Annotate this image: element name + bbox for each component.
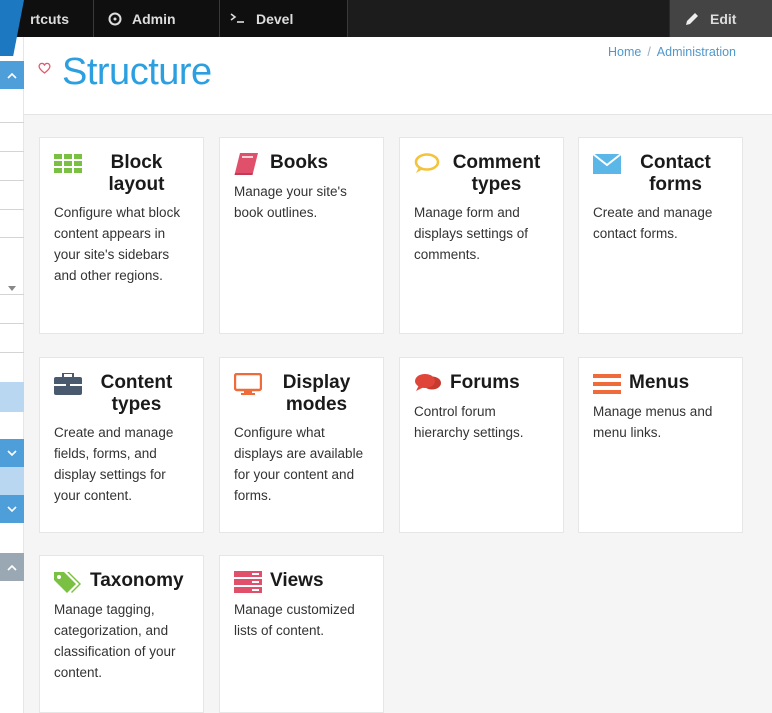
card-description: Create and manage contact forms. (593, 205, 713, 241)
heart-icon[interactable] (38, 61, 51, 79)
card-title[interactable]: Block layout (90, 152, 189, 196)
tray-expand-button[interactable] (0, 439, 24, 467)
chevron-down-icon (7, 500, 17, 518)
breadcrumb-separator: / (647, 45, 651, 59)
hamburger-menu-icon (593, 373, 623, 395)
card-title[interactable]: Menus (629, 372, 728, 394)
card-title[interactable]: Books (270, 152, 369, 174)
left-tray (0, 37, 24, 713)
toolbar-edit-button[interactable]: Edit (669, 0, 772, 37)
briefcase-icon (54, 373, 84, 395)
tray-divider (0, 237, 24, 238)
card-description: Configure what displays are available fo… (234, 425, 364, 503)
toolbar-devel[interactable]: Devel (220, 0, 348, 37)
card-title[interactable]: Comment types (450, 152, 549, 196)
tags-icon (54, 571, 84, 593)
card-title[interactable]: Forums (450, 372, 549, 394)
tray-divider (0, 294, 24, 295)
card-menus[interactable]: Menus Manage menus and menu links. (578, 357, 743, 533)
tray-band (0, 382, 24, 412)
toolbar-shortcuts-label: rtcuts (30, 10, 69, 27)
card-taxonomy[interactable]: Taxonomy Manage tagging, categorization,… (39, 555, 204, 713)
tray-collapse-button[interactable] (0, 61, 24, 89)
toolbar-edit-label: Edit (710, 10, 737, 27)
breadcrumb-administration[interactable]: Administration (657, 45, 736, 59)
card-description: Create and manage fields, forms, and dis… (54, 425, 174, 503)
card-display-modes[interactable]: Display modes Configure what displays ar… (219, 357, 384, 533)
page-header: Structure Home / Administration (24, 37, 772, 115)
card-content-types[interactable]: Content types Create and manage fields, … (39, 357, 204, 533)
tray-divider (0, 323, 24, 324)
card-title[interactable]: Views (270, 570, 369, 592)
book-icon (234, 153, 264, 175)
card-comment-types[interactable]: Comment types Manage form and displays s… (399, 137, 564, 334)
card-contact-forms[interactable]: Contact forms Create and manage contact … (578, 137, 743, 334)
toolbar-admin-label: Admin (132, 10, 176, 27)
card-views[interactable]: Views Manage customized lists of content… (219, 555, 384, 713)
card-description: Configure what block content appears in … (54, 205, 181, 283)
card-title[interactable]: Content types (90, 372, 189, 416)
card-description: Control forum hierarchy settings. (414, 404, 524, 440)
tray-expand-button[interactable] (0, 495, 24, 523)
tray-divider (0, 122, 24, 123)
tray-divider (0, 180, 24, 181)
monitor-icon (234, 373, 264, 395)
envelope-icon (593, 153, 623, 175)
tray-divider (0, 352, 24, 353)
card-description: Manage menus and menu links. (593, 404, 713, 440)
chevron-up-icon (7, 558, 17, 576)
tray-divider (0, 151, 24, 152)
tray-select-toggle[interactable] (4, 280, 20, 294)
card-block-layout[interactable]: Block layout Configure what block conten… (39, 137, 204, 334)
chat-bubbles-icon (414, 373, 444, 395)
admin-toolbar: rtcuts Admin Devel Edit (0, 0, 772, 37)
toolbar-admin[interactable]: Admin (94, 0, 220, 37)
grid-icon (54, 153, 84, 175)
manage-icon (108, 12, 122, 26)
list-rows-icon (234, 571, 264, 593)
tray-collapse-button[interactable] (0, 553, 24, 581)
card-title[interactable]: Taxonomy (90, 570, 190, 592)
card-description: Manage customized lists of content. (234, 602, 355, 638)
tray-divider (0, 209, 24, 210)
card-description: Manage your site's book outlines. (234, 184, 347, 220)
speech-bubble-icon (414, 153, 444, 175)
tray-band (0, 467, 24, 497)
chevron-down-icon (7, 444, 17, 462)
page-title: Structure (62, 51, 212, 93)
card-title[interactable]: Display modes (270, 372, 369, 416)
terminal-icon (230, 12, 246, 25)
card-forums[interactable]: Forums Control forum hierarchy settings. (399, 357, 564, 533)
breadcrumb: Home / Administration (608, 45, 736, 59)
card-title[interactable]: Contact forms (629, 152, 728, 196)
toolbar-spacer (348, 0, 669, 37)
card-description: Manage form and displays settings of com… (414, 205, 529, 262)
chevron-up-icon (7, 66, 17, 84)
pencil-icon (684, 11, 700, 27)
breadcrumb-home[interactable]: Home (608, 45, 641, 59)
card-description: Manage tagging, categorization, and clas… (54, 602, 176, 680)
toolbar-devel-label: Devel (256, 10, 294, 27)
card-books[interactable]: Books Manage your site's book outlines. (219, 137, 384, 334)
